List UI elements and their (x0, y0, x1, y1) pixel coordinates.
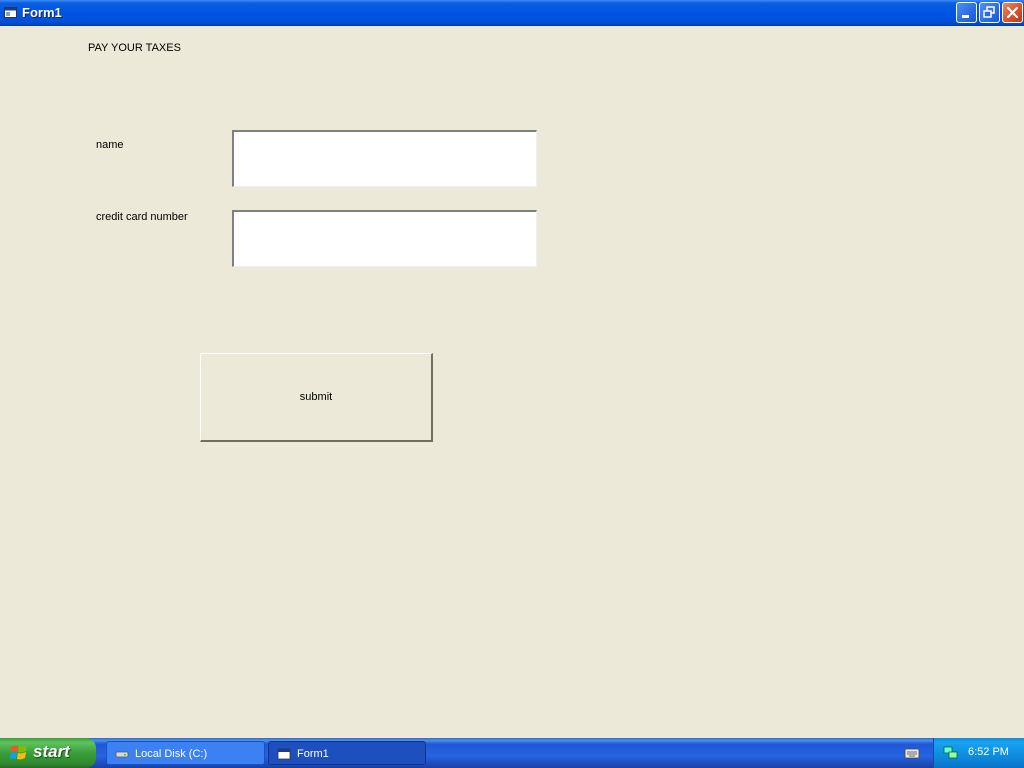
taskbar-item-label: Local Disk (C:) (135, 748, 208, 760)
system-tray: 6:52 PM (933, 738, 1024, 768)
taskbar-item-label: Form1 (297, 748, 329, 760)
name-label: name (96, 139, 124, 151)
minimize-button[interactable] (956, 2, 977, 23)
network-icon[interactable] (943, 746, 959, 760)
credit-card-label: credit card number (96, 211, 188, 223)
start-label: start (33, 742, 70, 761)
taskbar: start Local Disk (C:) Form1 6:52 PM (0, 738, 1024, 768)
form-icon (4, 7, 17, 18)
close-icon (1006, 6, 1019, 19)
clock[interactable]: 6:52 PM (968, 746, 1009, 758)
taskbar-item-local-disk[interactable]: Local Disk (C:) (106, 741, 265, 765)
window-titlebar[interactable]: Form1 (0, 0, 1024, 26)
close-button[interactable] (1002, 2, 1023, 23)
form-icon (277, 748, 291, 760)
windows-logo-icon (10, 745, 27, 760)
window-title: Form1 (22, 5, 62, 20)
credit-card-input[interactable] (232, 210, 537, 267)
form-client-area: PAY YOUR TAXES name credit card number s… (0, 26, 1024, 738)
taskbar-item-form1[interactable]: Form1 (268, 741, 426, 765)
drive-icon (115, 751, 129, 758)
start-button[interactable]: start (0, 738, 96, 768)
keyboard-icon[interactable] (904, 746, 920, 760)
name-input[interactable] (232, 130, 537, 187)
submit-button[interactable]: submit (200, 353, 433, 442)
submit-button-label: submit (299, 391, 333, 403)
minimize-icon (962, 15, 969, 18)
form-heading: PAY YOUR TAXES (88, 42, 181, 54)
restore-button[interactable] (979, 2, 1000, 23)
restore-icon (983, 6, 995, 18)
